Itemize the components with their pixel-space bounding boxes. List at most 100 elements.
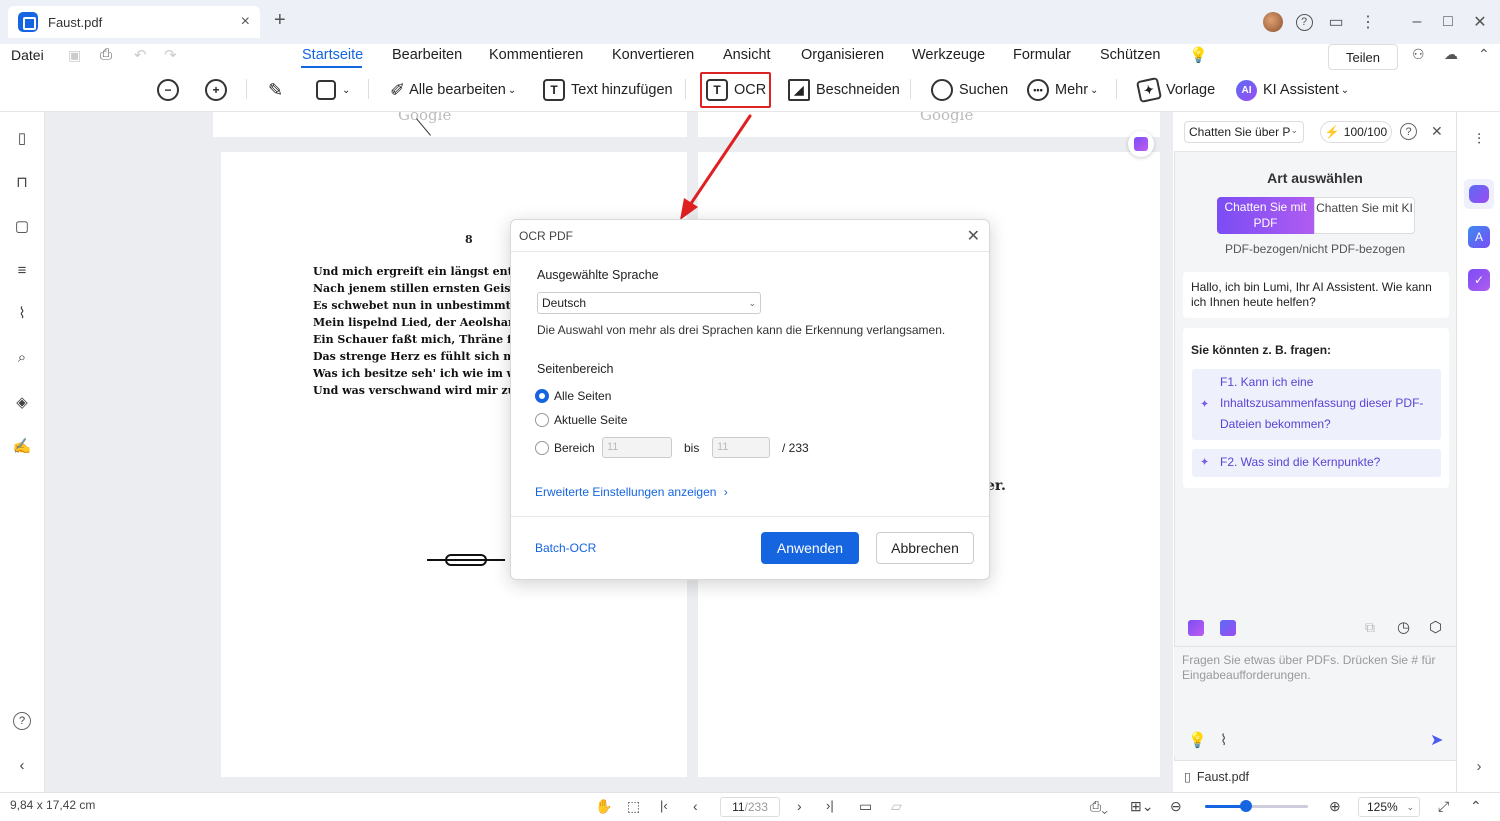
cancel-button[interactable]: Abbrechen bbox=[876, 532, 974, 564]
tab-organisieren[interactable]: Organisieren bbox=[801, 47, 884, 63]
search-icon[interactable]: ⌕ bbox=[12, 347, 32, 367]
ai-float-button[interactable] bbox=[1128, 131, 1154, 157]
ai-tools-icon[interactable] bbox=[1220, 620, 1236, 636]
edit-all-button[interactable]: ✐ Alle bearbeiten ⌄ bbox=[390, 78, 516, 102]
fit-page-icon[interactable]: ▭ bbox=[859, 798, 872, 815]
chat-mode-select[interactable]: Chatten Sie über P ⌄ bbox=[1184, 121, 1304, 143]
suggestion-item[interactable]: F1. Kann ich eine Inhaltszusammenfassung… bbox=[1192, 369, 1441, 440]
last-page-icon[interactable]: ›| bbox=[826, 798, 834, 813]
shape-button[interactable]: ⌄ bbox=[316, 78, 350, 102]
tab-bearbeiten[interactable]: Bearbeiten bbox=[392, 47, 462, 63]
apply-button[interactable]: Anwenden bbox=[761, 532, 859, 564]
bookmark-icon[interactable]: ⊓ bbox=[12, 172, 32, 192]
next-page-icon[interactable]: › bbox=[797, 798, 802, 814]
rotate-icon[interactable]: ▱ bbox=[891, 798, 902, 815]
chat-with-pdf-button[interactable]: Chatten Sie mit PDF bbox=[1217, 197, 1314, 234]
tab-kommentieren[interactable]: Kommentieren bbox=[489, 47, 583, 63]
history-icon[interactable]: ◷ bbox=[1397, 618, 1410, 636]
crop-button[interactable]: ◢ Beschneiden bbox=[788, 78, 900, 102]
org-chart-icon[interactable]: ⚇ bbox=[1412, 46, 1425, 63]
radio-current-page[interactable] bbox=[535, 413, 549, 427]
page-number-input[interactable]: 11/233 bbox=[720, 797, 780, 817]
highlight-button[interactable]: ✎ bbox=[268, 78, 283, 102]
share-button[interactable]: Teilen bbox=[1328, 44, 1398, 70]
new-tab-button[interactable]: + bbox=[274, 9, 286, 32]
template-button[interactable]: ✦ Vorlage bbox=[1135, 76, 1215, 104]
document-tab[interactable]: Faust.pdf × bbox=[8, 6, 260, 38]
menu-file[interactable]: Datei bbox=[11, 47, 44, 63]
comment-icon[interactable]: ▢ bbox=[12, 216, 32, 236]
view-mode-icon[interactable]: ⎙⌄ bbox=[1090, 798, 1108, 815]
collapse-left-icon[interactable]: ‹ bbox=[12, 755, 32, 775]
help-icon[interactable]: ? bbox=[12, 711, 32, 731]
list-icon[interactable]: ≡ bbox=[12, 260, 32, 280]
tab-konvertieren[interactable]: Konvertieren bbox=[612, 47, 694, 63]
select-tool-icon[interactable]: ⬚ bbox=[627, 798, 640, 815]
tab-werkzeuge[interactable]: Werkzeuge bbox=[912, 47, 985, 63]
language-select[interactable]: Deutsch ⌄ bbox=[537, 292, 761, 314]
tab-formular[interactable]: Formular bbox=[1013, 47, 1071, 63]
radio-range[interactable] bbox=[535, 441, 549, 455]
signature-icon[interactable]: ✍ bbox=[12, 436, 32, 456]
window-close-icon[interactable]: ✕ bbox=[1468, 10, 1492, 34]
current-page: 11 bbox=[732, 800, 745, 814]
feedback-icon[interactable]: ▭ bbox=[1324, 10, 1348, 34]
help-icon[interactable]: ? bbox=[1292, 10, 1316, 34]
range-from-input[interactable]: 11 bbox=[602, 437, 672, 458]
zoom-out-button[interactable]: − bbox=[157, 78, 185, 102]
page-thumbnail-icon[interactable]: ▯ bbox=[12, 128, 32, 148]
radio-all-pages[interactable] bbox=[535, 389, 549, 403]
tab-close-icon[interactable]: × bbox=[241, 13, 250, 31]
minimize-icon[interactable]: – bbox=[1405, 10, 1429, 34]
chat-with-ki-button[interactable]: Chatten Sie mit KI bbox=[1314, 197, 1415, 234]
layers-icon[interactable]: ◈ bbox=[12, 392, 32, 412]
avatar[interactable] bbox=[1261, 10, 1285, 34]
collapse-up-icon[interactable]: ⌃ bbox=[1478, 46, 1490, 63]
maximize-icon[interactable]: □ bbox=[1436, 10, 1460, 34]
new-chat-icon[interactable]: ⧉ bbox=[1365, 619, 1375, 636]
panel-close-icon[interactable]: ✕ bbox=[1431, 123, 1443, 140]
prompt-lightbulb-icon[interactable]: 💡 bbox=[1188, 731, 1207, 749]
hand-tool-icon[interactable]: ✋ bbox=[595, 798, 612, 815]
tab-schuetzen[interactable]: Schützen bbox=[1100, 47, 1160, 63]
zoom-in-button[interactable]: + bbox=[205, 78, 233, 102]
range-to-input[interactable]: 11 bbox=[712, 437, 770, 458]
collapse-up-icon[interactable]: ⌃ bbox=[1470, 798, 1482, 815]
help-icon[interactable]: ? bbox=[1400, 123, 1417, 140]
add-text-button[interactable]: T Text hinzufügen bbox=[543, 78, 673, 102]
advanced-settings-link[interactable]: Erweiterte Einstellungen anzeigen › bbox=[535, 485, 728, 499]
checklist-icon[interactable]: ✓ bbox=[1468, 269, 1490, 291]
search-button[interactable]: Suchen bbox=[931, 78, 1008, 102]
attachment-icon[interactable]: ⌇ bbox=[12, 303, 32, 323]
ai-assistant-button[interactable]: AI KI Assistent ⌄ bbox=[1236, 78, 1349, 102]
more-vertical-icon[interactable]: ⋮ bbox=[1356, 10, 1380, 34]
print-icon[interactable]: ⎙ bbox=[100, 46, 112, 63]
settings-icon[interactable]: ⬡ bbox=[1429, 618, 1442, 636]
lightbulb-icon[interactable]: 💡 bbox=[1189, 46, 1208, 64]
sliders-icon[interactable]: ⫶ bbox=[1468, 128, 1490, 150]
ai-robot-tab[interactable] bbox=[1464, 179, 1494, 209]
attach-icon[interactable]: ⌇ bbox=[1220, 731, 1227, 749]
zoom-out-icon[interactable]: ⊖ bbox=[1170, 798, 1182, 815]
undo-icon[interactable]: ↶ bbox=[134, 46, 147, 64]
batch-ocr-link[interactable]: Batch-OCR bbox=[535, 541, 596, 555]
chat-input-area[interactable]: Fragen Sie etwas über PDFs. Drücken Sie … bbox=[1174, 646, 1456, 756]
expand-right-icon[interactable]: › bbox=[1468, 755, 1490, 777]
first-page-icon[interactable]: |‹ bbox=[660, 798, 668, 813]
save-icon[interactable]: ▣ bbox=[68, 47, 81, 64]
pdf-chat-icon[interactable] bbox=[1188, 620, 1204, 636]
prev-page-icon[interactable]: ‹ bbox=[693, 798, 698, 814]
fullscreen-icon[interactable]: ⤢ bbox=[1438, 798, 1449, 815]
suggestion-item[interactable]: F2. Was sind die Kernpunkte? bbox=[1192, 449, 1441, 477]
zoom-in-icon[interactable]: ⊕ bbox=[1329, 798, 1341, 815]
dialog-close-icon[interactable]: ✕ bbox=[967, 226, 980, 246]
tab-ansicht[interactable]: Ansicht bbox=[723, 47, 771, 63]
zoom-select[interactable]: 125% ⌄ bbox=[1358, 797, 1420, 817]
redo-icon[interactable]: ↷ bbox=[164, 46, 177, 64]
cloud-upload-icon[interactable]: ☁ bbox=[1444, 46, 1458, 63]
tab-startseite[interactable]: Startseite bbox=[302, 47, 363, 63]
send-icon[interactable]: ➤ bbox=[1430, 730, 1443, 750]
layout-icon[interactable]: ⊞⌄ bbox=[1130, 798, 1153, 815]
more-button[interactable]: ••• Mehr ⌄ bbox=[1027, 78, 1098, 102]
translate-icon[interactable]: A bbox=[1468, 226, 1490, 248]
